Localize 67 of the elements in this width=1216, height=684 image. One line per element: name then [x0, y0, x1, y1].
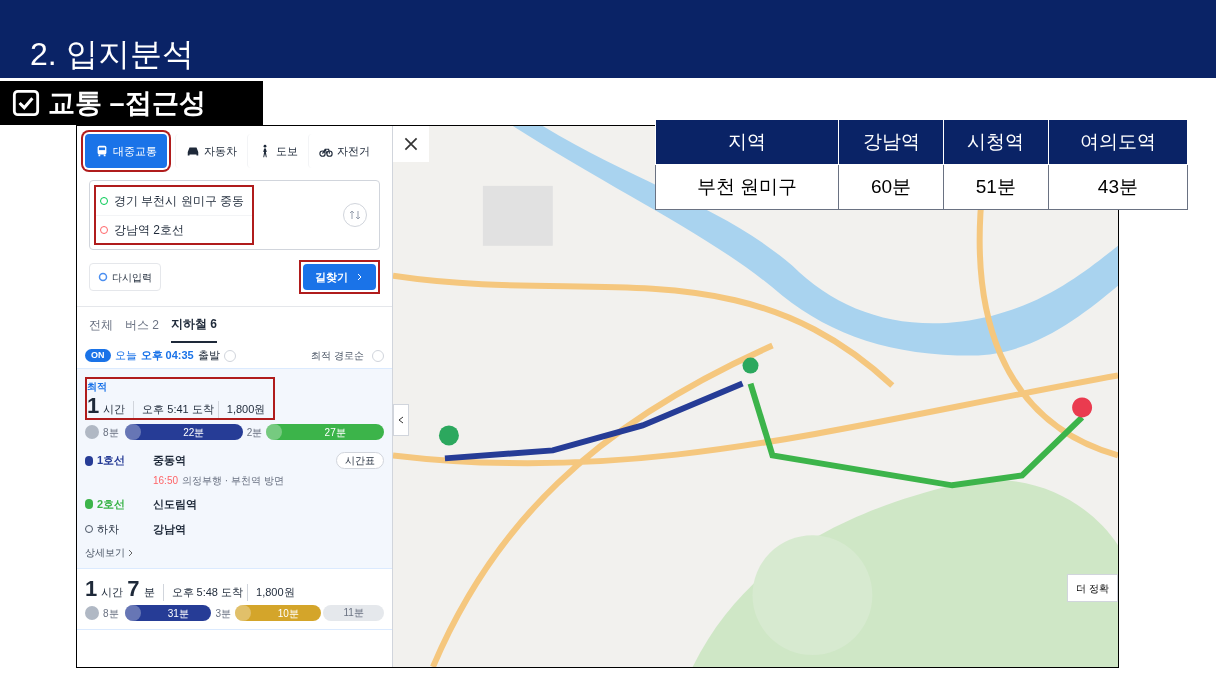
station-name: 신도림역: [153, 497, 197, 512]
chevron-right-icon: [356, 273, 364, 281]
result-tab[interactable]: 버스 2: [125, 315, 159, 343]
departure-toggle[interactable]: ON: [85, 348, 111, 363]
duration-unit: 시간: [101, 585, 124, 600]
swap-arrows-icon: [349, 209, 361, 221]
checkbox-icon: [12, 89, 40, 117]
details-link[interactable]: 상세보기: [85, 545, 135, 560]
slide-title: 2. 입지분석: [30, 35, 194, 74]
destination-field[interactable]: 강남역 2호선: [96, 215, 252, 243]
collapse-button[interactable]: [393, 404, 409, 436]
fare: 1,800원: [247, 584, 295, 601]
sort-dropdown[interactable]: 최적 경로순: [311, 348, 364, 363]
close-icon: [404, 137, 418, 151]
column-header: 시청역: [943, 119, 1049, 165]
column-header: 여의도역: [1048, 119, 1188, 165]
table-cell: 51분: [943, 164, 1049, 210]
section-label: 교통 –접근성: [0, 81, 263, 125]
close-button[interactable]: [393, 126, 429, 162]
fare: 1,800원: [217, 401, 266, 418]
transit-segment: 22분: [125, 424, 243, 440]
duration-hours: 1: [87, 394, 100, 418]
arrival-time: 오후 5:48 도착: [162, 584, 244, 601]
mode-tab[interactable]: 자전거: [308, 134, 380, 168]
walk-segment: 11분: [323, 605, 384, 621]
timetable-button[interactable]: 시간표: [336, 452, 384, 469]
transfer-time: 2분: [245, 425, 264, 440]
column-header: 강남역: [838, 119, 944, 165]
table-cell: 부천 원미구: [655, 164, 839, 210]
departure-label: 출발: [197, 348, 220, 364]
station-name: 중동역: [153, 453, 186, 469]
transit-segment: 31분: [125, 605, 212, 621]
departure-time: 16:50: [153, 475, 179, 486]
origin-field[interactable]: 경기 부천시 원미구 중동: [96, 187, 252, 215]
column-header: 지역: [655, 119, 839, 165]
duration-hours: 1: [85, 577, 98, 601]
result-tab[interactable]: 전체: [89, 315, 113, 343]
refresh-icon: [98, 272, 108, 282]
station-name: 강남역: [153, 521, 186, 537]
line-label: 2호선: [85, 496, 153, 513]
exit-label: 하차: [85, 520, 153, 537]
segment-duration: 8분: [103, 606, 119, 621]
departure-time: 오후 04:35: [140, 348, 194, 364]
mode-tab[interactable]: 자동차: [175, 134, 247, 168]
mode-tab[interactable]: 도보: [247, 134, 308, 168]
duration-minutes: 7: [127, 577, 140, 601]
table-cell: 60분: [838, 164, 944, 210]
train-icon: [95, 144, 109, 158]
route-card[interactable]: 최적 1 시간 오후 5:41 도착 1,800원 8분 22분 2분 27분 1호선 중동역 시간표 16:50 의정부행 · 부천역 방면 2호선 신도림역 하차 강남역 상세보기: [77, 369, 392, 569]
reset-button[interactable]: 다시입력: [89, 263, 161, 291]
chevron-right-icon: [127, 548, 135, 557]
chevron-left-icon: [397, 416, 405, 424]
train-direction: 의정부행 · 부천역 방면: [182, 475, 284, 486]
arrival-time: 오후 5:41 도착: [133, 401, 214, 418]
best-label: 최적: [87, 380, 108, 394]
transit-segment: 27분: [266, 424, 384, 440]
departure-day: 오늘: [114, 347, 137, 364]
duration-unit: 분: [143, 585, 155, 600]
accuracy-button[interactable]: 더 정확: [1067, 574, 1118, 602]
result-tab[interactable]: 지하철 6: [171, 315, 218, 343]
transfer-time: 3분: [214, 606, 232, 621]
duration-unit: 시간: [103, 402, 126, 417]
transit-segment: 10분: [235, 605, 322, 621]
table-cell: 43분: [1048, 164, 1188, 210]
search-button[interactable]: 길찾기: [303, 264, 376, 290]
line-label: 1호선: [85, 452, 153, 469]
segment-duration: 8분: [103, 425, 119, 440]
